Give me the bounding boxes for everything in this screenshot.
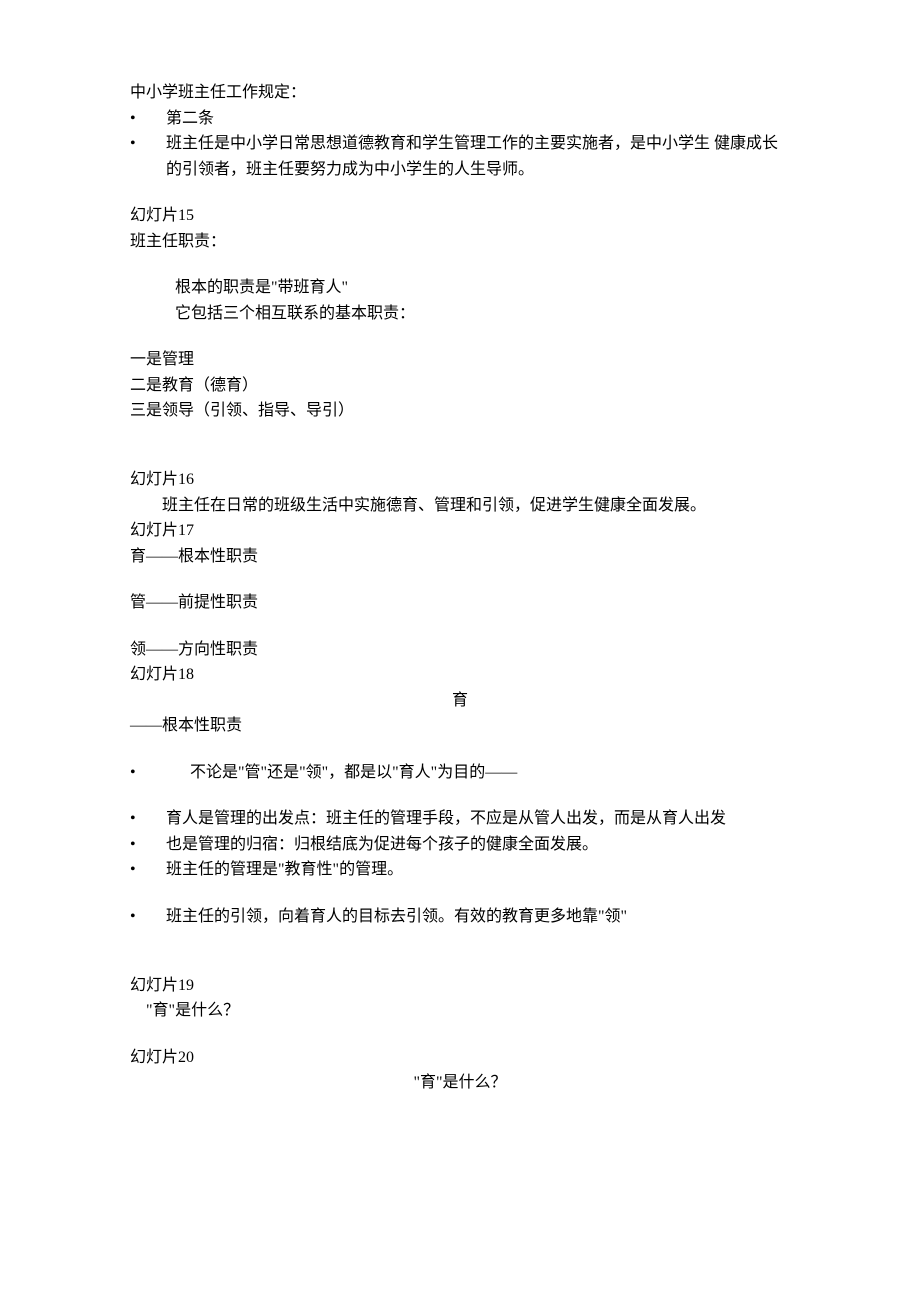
slide18-bullet-row: • 班主任的引领，向着育人的目标去引领。有效的教育更多地靠"领" [130,904,790,930]
slide18-bullet-row: • 育人是管理的出发点：班主任的管理手段，不应是从管人出发，而是从育人出发 [130,806,790,832]
header-bullet-row: • 第二条 [130,106,790,132]
bullet-text: 也是管理的归宿：归根结底为促进每个孩子的健康全面发展。 [166,832,790,858]
bullet-text: 育人是管理的出发点：班主任的管理手段，不应是从管人出发，而是从育人出发 [166,806,790,832]
bullet-char: • [130,904,166,930]
slide15-item: 二是教育（德育） [130,373,790,399]
bullet-text: 班主任的引领，向着育人的目标去引领。有效的教育更多地靠"领" [166,904,790,930]
bullet-char: • [130,131,166,182]
header-title: 中小学班主任工作规定： [130,80,790,106]
slide19-text: "育"是什么？ [130,998,790,1024]
slide19-text-content: "育"是什么？ [146,1002,239,1019]
slide18-bullet-row: • 也是管理的归宿：归根结底为促进每个孩子的健康全面发展。 [130,832,790,858]
bullet-text: 班主任的管理是"教育性"的管理。 [166,857,790,883]
slide20-label: 幻灯片20 [130,1045,790,1071]
slide18-bullet-row: • 不论是"管"还是"领"，都是以"育人"为目的—— [130,760,790,786]
bullet-char: • [130,806,166,832]
slide15-item: 一是管理 [130,347,790,373]
document-body: 中小学班主任工作规定： • 第二条 • 班主任是中小学日常思想道德教育和学生管理… [130,80,790,1096]
slide15-label: 幻灯片15 [130,203,790,229]
header-bullet-row: • 班主任是中小学日常思想道德教育和学生管理工作的主要实施者，是中小学生 健康成… [130,131,790,182]
slide16-label: 幻灯片16 [130,467,790,493]
slide18-label: 幻灯片18 [130,662,790,688]
slide17-label: 幻灯片17 [130,518,790,544]
bullet-char: • [130,857,166,883]
slide17-item: 领——方向性职责 [130,637,790,663]
slide18-sub: ——根本性职责 [130,713,790,739]
slide15-title: 班主任职责： [130,229,790,255]
bullet-char: • [130,760,166,786]
slide17-item: 育——根本性职责 [130,544,790,570]
slide15-sub2: 它包括三个相互联系的基本职责： [130,301,790,327]
slide17-item: 管——前提性职责 [130,590,790,616]
bullet-text: 第二条 [166,106,790,132]
bullet-char: • [130,832,166,858]
slide15-sub1: 根本的职责是"带班育人" [130,275,790,301]
bullet-text: 不论是"管"还是"领"，都是以"育人"为目的—— [166,760,790,786]
bullet-text: 班主任是中小学日常思想道德教育和学生管理工作的主要实施者，是中小学生 健康成长的… [166,131,790,182]
bullet-char: • [130,106,166,132]
slide18-bullet-row: • 班主任的管理是"教育性"的管理。 [130,857,790,883]
slide20-center-text: "育"是什么？ [130,1070,790,1096]
slide16-text-content: 班主任在日常的班级生活中实施德育、管理和引领，促进学生健康全面发展。 [162,497,706,514]
slide16-text: 班主任在日常的班级生活中实施德育、管理和引领，促进学生健康全面发展。 [130,493,790,519]
slide19-label: 幻灯片19 [130,973,790,999]
slide18-center-title: 育 [130,688,790,714]
slide15-item: 三是领导（引领、指导、导引） [130,398,790,424]
